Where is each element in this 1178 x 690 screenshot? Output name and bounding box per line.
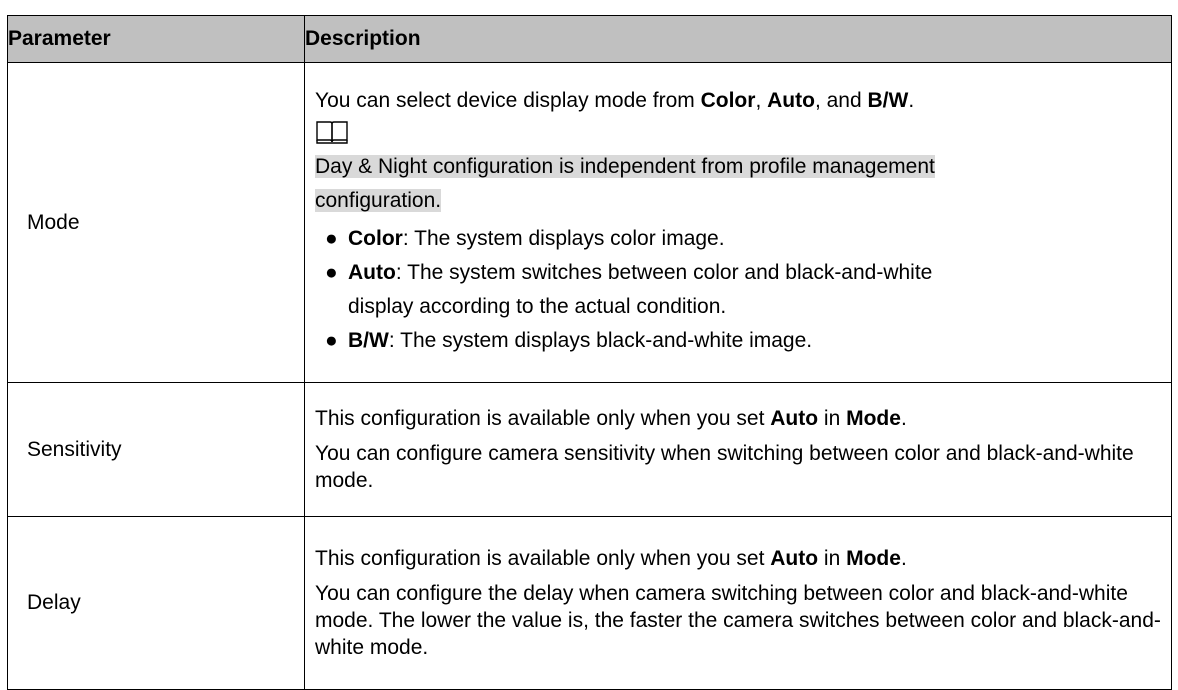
table-row-mode: Mode You can select device display mode … — [7, 62, 1172, 383]
note-text: Day & Night configuration is independent… — [315, 155, 935, 212]
bullet-icon: ● — [325, 261, 338, 284]
option-bw: B/W — [867, 89, 909, 112]
mode-intro: You can select device display mode from … — [315, 89, 915, 112]
description-mode: You can select device display mode from … — [304, 62, 1172, 383]
delay-availability: This configuration is available only whe… — [315, 547, 907, 570]
book-icon — [316, 121, 348, 144]
param-name-delay: Delay — [7, 516, 305, 690]
table-header-row: Parameter Description — [7, 15, 1172, 63]
description-delay: This configuration is available only whe… — [304, 516, 1172, 690]
sensitivity-detail: You can configure camera sensitivity whe… — [315, 442, 1134, 492]
mode-options-list: ● Color: The system displays color image.… — [315, 222, 1161, 358]
column-header-description: Description — [304, 15, 1172, 63]
option-color: Color — [700, 89, 756, 112]
parameter-table: Parameter Description Mode You can selec… — [7, 15, 1172, 690]
bullet-icon: ● — [325, 227, 338, 250]
table-row-sensitivity: Sensitivity This configuration is availa… — [7, 382, 1172, 517]
param-name-mode: Mode — [7, 62, 305, 383]
column-header-parameter: Parameter — [7, 15, 305, 63]
param-name-sensitivity: Sensitivity — [7, 382, 305, 517]
list-item: ● Auto: The system switches between color… — [315, 256, 1161, 324]
sensitivity-availability: This configuration is available only whe… — [315, 407, 907, 430]
page-top-edge — [0, 0, 1178, 4]
table-row-delay: Delay This configuration is available on… — [7, 516, 1172, 690]
description-sensitivity: This configuration is available only whe… — [304, 382, 1172, 517]
list-item: ● Color: The system displays color image. — [315, 222, 1161, 256]
list-item: ● B/W: The system displays black-and-whit… — [315, 324, 1161, 358]
bullet-icon: ● — [325, 329, 338, 352]
option-auto: Auto — [767, 89, 815, 112]
delay-detail: You can configure the delay when camera … — [315, 582, 1161, 659]
